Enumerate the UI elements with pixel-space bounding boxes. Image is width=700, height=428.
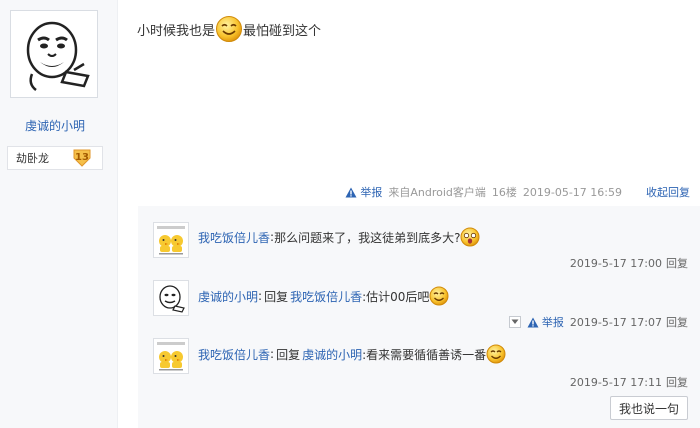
reply-dropdown[interactable] (508, 316, 521, 328)
reply-message: :看来需要循循善诱一番 (362, 347, 487, 362)
post-text-before: 小时候我也是 (137, 23, 216, 39)
post-floor: 16楼 (491, 186, 517, 199)
author-panel: 虔诚的小明 劫卧龙 13 (0, 0, 118, 428)
smile-emoji-icon (429, 286, 449, 306)
meme-face-avatar-icon (14, 14, 94, 94)
report-label: 举报 (541, 316, 564, 329)
reply-item: 我吃饭倍儿香 : 那么问题来了，我这徒弟到底多大? 2019-5-17 17:0… (138, 218, 700, 278)
post-tail-bar: 举报 来自Android客户端 16楼 2019-05-17 16:59 收起回… (345, 184, 690, 200)
reply-text: 我吃饭倍儿香 : 回复 虔诚的小明 :看来需要循循善诱一番 (198, 342, 506, 366)
reply-word: 回复 (276, 347, 301, 362)
warning-triangle-icon (527, 317, 539, 327)
author-avatar[interactable] (10, 10, 98, 98)
reply-time: 2019-5-17 17:11 (569, 375, 662, 389)
post-datetime: 2019-05-17 16:59 (522, 185, 622, 199)
post-text-after: 最怕碰到这个 (243, 23, 322, 39)
reply-meta: 2019-5-17 17:11 回复 (570, 374, 688, 390)
reply-item: 虔诚的小明 : 回复 我吃饭倍儿香 :估计00后吧 举报 2019-5-17 1… (138, 276, 700, 330)
report-link[interactable]: 举报 (345, 184, 382, 200)
crying-emoji-icon (460, 227, 480, 247)
reply-text: 我吃饭倍儿香 : 那么问题来了，我这徒弟到底多大? (198, 224, 480, 250)
reply-text: 虔诚的小明 : 回复 我吃饭倍儿香 :估计00后吧 (198, 284, 449, 308)
level-number: 13 (75, 152, 89, 163)
reply-message: 那么问题来了，我这徒弟到底多大? (274, 230, 461, 245)
reply-button[interactable]: 回复 (666, 314, 688, 330)
say-something-button[interactable]: 我也说一句 (609, 396, 688, 420)
reply-target-link[interactable]: 我吃饭倍儿香 (290, 288, 362, 305)
collapse-replies-link[interactable]: 收起回复 (646, 184, 690, 200)
report-label: 举报 (360, 186, 383, 199)
reply-button[interactable]: 回复 (666, 255, 688, 271)
report-link[interactable]: 举报 (527, 314, 564, 330)
reply-username-link[interactable]: 虔诚的小明 (198, 288, 258, 305)
reply-list: 我吃饭倍儿香 : 那么问题来了，我这徒弟到底多大? 2019-5-17 17:0… (138, 206, 700, 428)
chevron-down-icon (511, 319, 519, 324)
reply-avatar[interactable] (153, 338, 189, 374)
reply-button[interactable]: 回复 (666, 374, 688, 390)
reply-separator: : (270, 347, 275, 361)
warning-triangle-icon (345, 187, 357, 197)
level-badge-icon: 13 (72, 149, 92, 167)
reply-meta: 举报 2019-5-17 17:07 回复 (508, 314, 688, 330)
reply-time: 2019-5-17 17:07 (569, 315, 662, 329)
reply-target-link[interactable]: 虔诚的小明 (302, 346, 362, 363)
level-badge[interactable]: 劫卧龙 13 (7, 146, 103, 170)
reply-username-link[interactable]: 我吃饭倍儿香 (198, 229, 270, 246)
reply-avatar[interactable] (153, 222, 189, 258)
reply-separator: : (258, 289, 263, 303)
post-source: 来自Android客户端 (388, 186, 486, 199)
smile-emoji-icon (486, 344, 506, 364)
post-content: 小时候我也是 最怕碰到这个 (137, 12, 321, 46)
duck-meme-avatar-icon (155, 224, 187, 256)
reply-username-link[interactable]: 我吃饭倍儿香 (198, 346, 270, 363)
smile-emoji-icon (216, 16, 243, 42)
level-title: 劫卧龙 (16, 152, 49, 165)
reply-meta: 2019-5-17 17:00 回复 (570, 255, 688, 271)
reply-message: :估计00后吧 (362, 289, 430, 304)
reply-item: 我吃饭倍儿香 : 回复 虔诚的小明 :看来需要循循善诱一番 2019-5-17 … (138, 334, 700, 390)
meme-face-avatar-icon (155, 282, 187, 314)
reply-time: 2019-5-17 17:00 (569, 256, 662, 270)
duck-meme-avatar-icon (155, 340, 187, 372)
reply-avatar[interactable] (153, 280, 189, 316)
author-name-link[interactable]: 虔诚的小明 (0, 117, 110, 134)
reply-word: 回复 (264, 289, 289, 304)
